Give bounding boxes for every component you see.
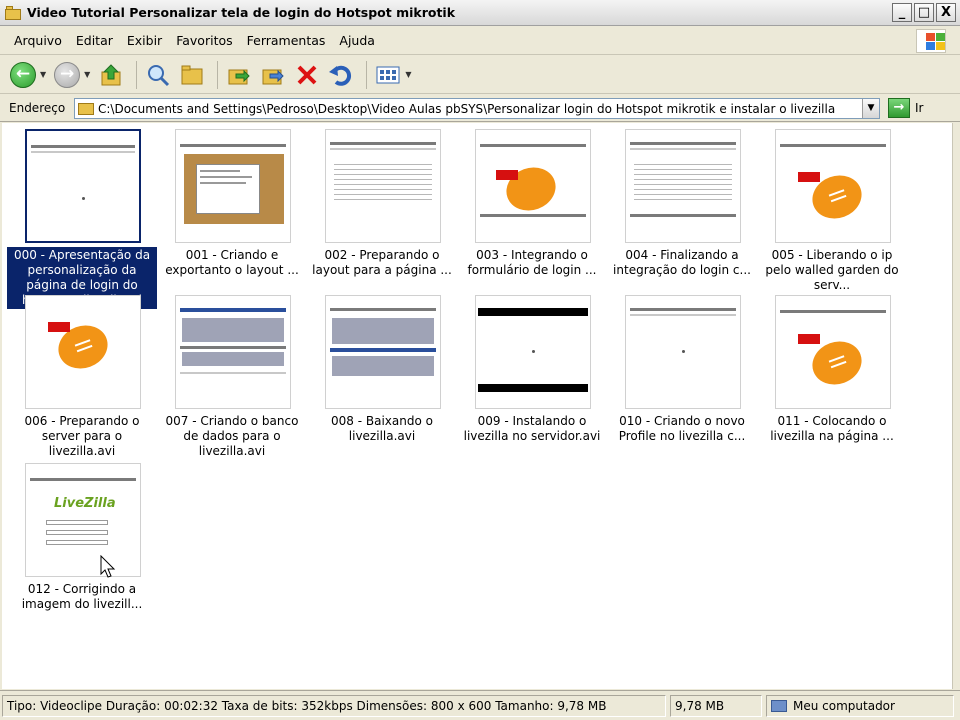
explorer-window: Video Tutorial Personalizar tela de logi… — [0, 0, 960, 720]
video-thumbnail[interactable] — [475, 295, 591, 409]
address-bar: Endereço C:\Documents and Settings\Pedro… — [0, 95, 960, 122]
status-bar: Tipo: Videoclipe Duração: 00:02:32 Taxa … — [0, 690, 960, 720]
status-location: Meu computador — [766, 694, 954, 717]
back-icon[interactable]: ← — [8, 60, 38, 90]
up-folder-icon[interactable] — [96, 60, 126, 90]
file-name[interactable]: 004 - Finalizando a integração do login … — [607, 247, 757, 279]
file-name[interactable]: 001 - Criando e exportanto o layout ... — [157, 247, 307, 279]
mouse-cursor-icon — [100, 555, 116, 578]
file-name[interactable]: 012 - Corrigindo a imagem do livezill... — [7, 581, 157, 613]
window-title: Video Tutorial Personalizar tela de logi… — [27, 5, 456, 20]
go-button[interactable]: Ir — [915, 101, 923, 115]
address-input[interactable]: C:\Documents and Settings\Pedroso\Deskto… — [74, 98, 880, 119]
go-arrow-icon[interactable]: → — [888, 98, 910, 118]
file-name[interactable]: 010 - Criando o novo Profile no livezill… — [607, 413, 757, 445]
video-thumbnail[interactable] — [775, 129, 891, 243]
title-bar[interactable]: Video Tutorial Personalizar tela de logi… — [0, 0, 960, 26]
folders-icon[interactable] — [177, 60, 207, 90]
livezilla-logo: LiveZilla — [54, 496, 116, 511]
file-name[interactable]: 009 - Instalando o livezilla no servidor… — [457, 413, 607, 445]
close-button[interactable]: X — [936, 3, 956, 22]
toolbar: ← ▼ → ▼ ▼ — [0, 56, 960, 94]
video-thumbnail[interactable] — [325, 295, 441, 409]
video-thumbnail[interactable] — [175, 129, 291, 243]
views-icon[interactable] — [373, 60, 403, 90]
menu-bar: Arquivo Editar Exibir Favoritos Ferramen… — [0, 27, 960, 55]
video-thumbnail[interactable] — [775, 295, 891, 409]
status-location-label: Meu computador — [793, 698, 895, 713]
back-dropdown-icon[interactable]: ▼ — [40, 70, 46, 79]
folder-icon — [5, 5, 23, 20]
views-dropdown-icon[interactable]: ▼ — [405, 70, 411, 79]
address-label: Endereço — [9, 101, 66, 115]
undo-icon[interactable] — [326, 60, 356, 90]
menu-favoritos[interactable]: Favoritos — [170, 31, 238, 50]
toolbar-separator — [217, 60, 219, 89]
address-dropdown-icon[interactable]: ▼ — [862, 99, 879, 118]
search-icon[interactable] — [143, 60, 173, 90]
menu-editar[interactable]: Editar — [70, 31, 119, 50]
scrollbar[interactable] — [952, 123, 960, 689]
menu-exibir[interactable]: Exibir — [121, 31, 168, 50]
toolbar-separator — [136, 60, 138, 89]
video-thumbnail[interactable] — [625, 129, 741, 243]
video-thumbnail[interactable] — [25, 295, 141, 409]
windows-logo-icon — [916, 29, 946, 53]
video-thumbnail[interactable] — [175, 295, 291, 409]
move-to-icon[interactable] — [224, 60, 254, 90]
video-thumbnail[interactable] — [475, 129, 591, 243]
file-name[interactable]: 007 - Criando o banco de dados para o li… — [157, 413, 307, 460]
minimize-button[interactable]: _ — [892, 3, 912, 22]
video-thumbnail[interactable] — [25, 129, 141, 243]
file-name[interactable]: 003 - Integrando o formulário de login .… — [457, 247, 607, 279]
delete-icon[interactable] — [292, 60, 322, 90]
maximize-button[interactable]: □ — [914, 3, 934, 22]
forward-icon[interactable]: → — [52, 60, 82, 90]
file-name[interactable]: 008 - Baixando o livezilla.avi — [307, 413, 457, 445]
forward-dropdown-icon[interactable]: ▼ — [84, 70, 90, 79]
folder-icon — [78, 102, 94, 115]
menu-ferramentas[interactable]: Ferramentas — [241, 31, 332, 50]
menu-ajuda[interactable]: Ajuda — [333, 31, 381, 50]
file-name[interactable]: 006 - Preparando o server para o livezil… — [7, 413, 157, 460]
menu-arquivo[interactable]: Arquivo — [8, 31, 68, 50]
address-path[interactable]: C:\Documents and Settings\Pedroso\Deskto… — [98, 102, 862, 116]
video-thumbnail[interactable]: LiveZilla — [25, 463, 141, 577]
status-details: Tipo: Videoclipe Duração: 00:02:32 Taxa … — [2, 694, 666, 717]
toolbar-separator — [366, 60, 368, 89]
file-name[interactable]: 005 - Liberando o ip pelo walled garden … — [757, 247, 907, 294]
copy-to-icon[interactable] — [258, 60, 288, 90]
video-thumbnail[interactable] — [325, 129, 441, 243]
file-name[interactable]: 011 - Colocando o livezilla na página ..… — [757, 413, 907, 445]
file-name[interactable]: 002 - Preparando o layout para a página … — [307, 247, 457, 279]
status-size: 9,78 MB — [670, 694, 762, 717]
video-thumbnail[interactable] — [625, 295, 741, 409]
file-view[interactable]: 000 - Apresentação da personalização da … — [2, 123, 952, 689]
computer-icon — [771, 699, 787, 712]
